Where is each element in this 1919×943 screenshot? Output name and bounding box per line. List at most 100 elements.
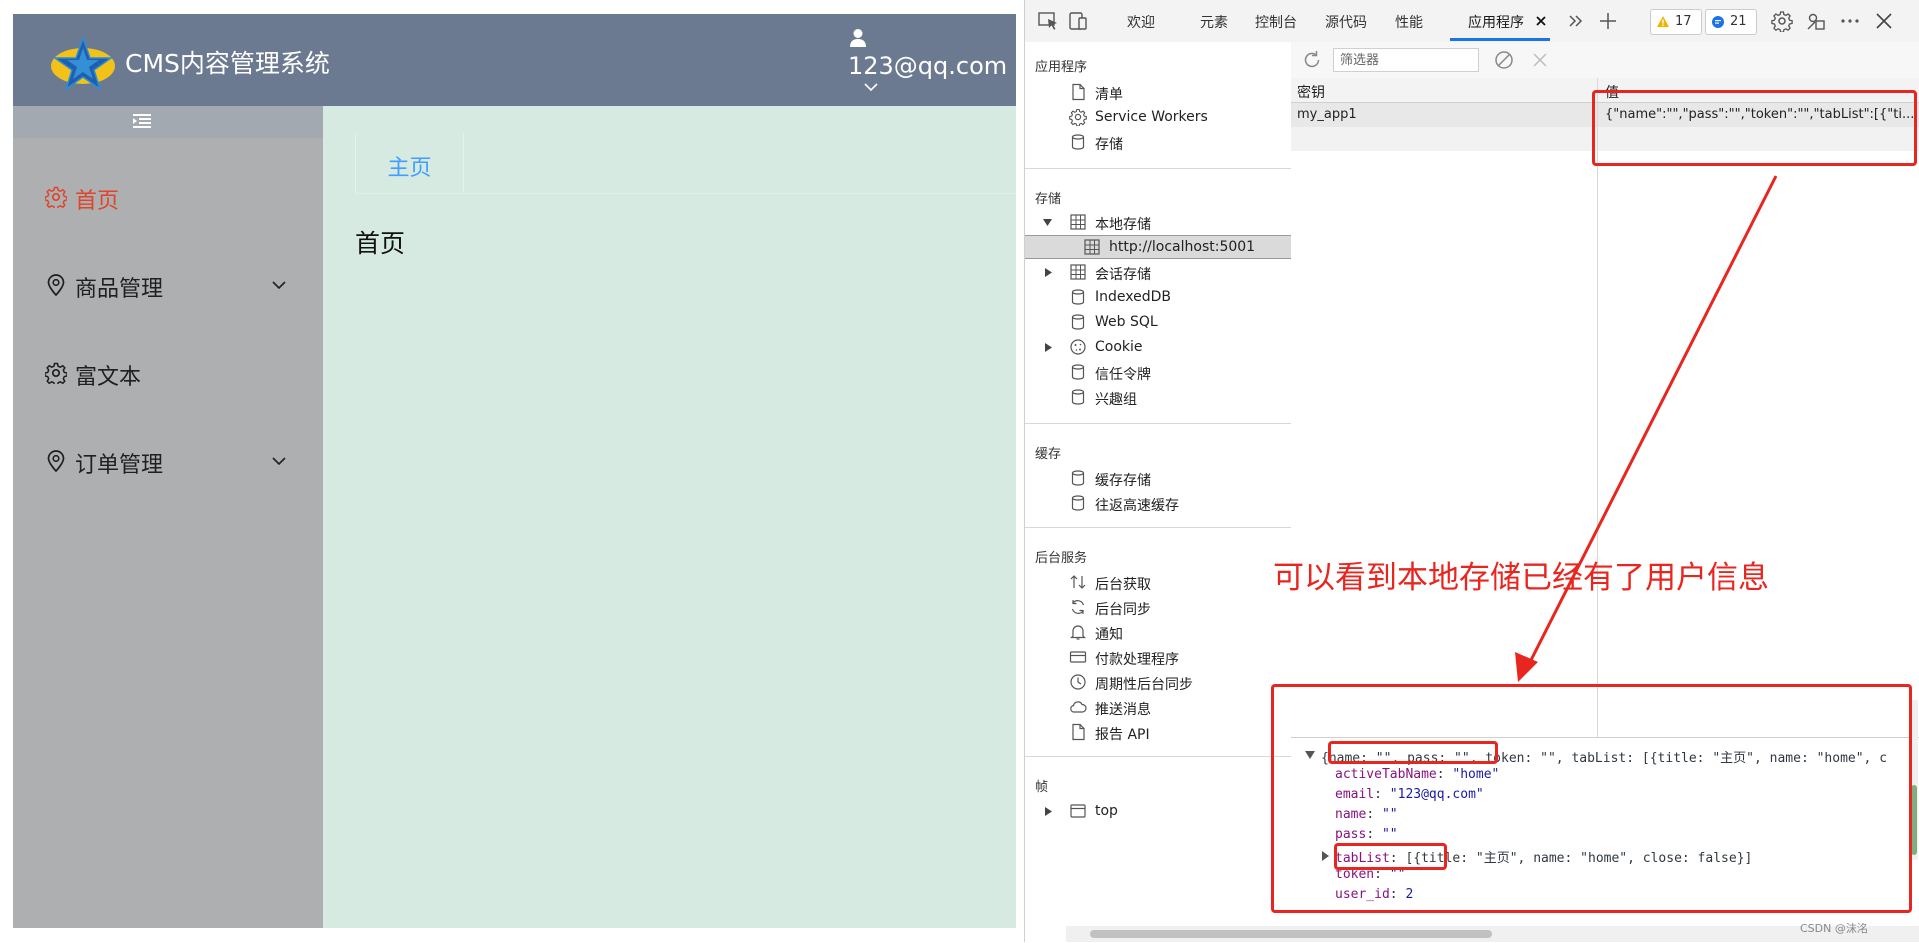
tree-label: top bbox=[1095, 803, 1118, 819]
application-sidebar: 应用程序 清单 Service Workers 存储 存储 本地存储 http:… bbox=[1025, 42, 1292, 942]
tree-label: 报告 API bbox=[1095, 727, 1150, 743]
tree-item-manifest[interactable]: 清单 bbox=[1025, 80, 1291, 104]
tree-item-cache-storage[interactable]: 缓存存储 bbox=[1025, 466, 1291, 490]
tree-item-cookie[interactable]: Cookie bbox=[1025, 335, 1291, 359]
cms-app: CMS内容管理系统 123@qq.com 首页 商品管理 富文本 订单管理 主页… bbox=[13, 14, 1016, 928]
close-icon[interactable] bbox=[1873, 10, 1895, 32]
caret-right-icon[interactable] bbox=[1044, 343, 1053, 352]
tree-label: 后台同步 bbox=[1095, 602, 1151, 618]
sidebar-item-home[interactable]: 首页 bbox=[13, 166, 323, 226]
document-icon bbox=[1072, 83, 1085, 101]
tree-item-push-messages[interactable]: 推送消息 bbox=[1025, 695, 1291, 719]
close-tab-icon[interactable] bbox=[1533, 13, 1549, 29]
sidebar-item-products[interactable]: 商品管理 bbox=[13, 254, 323, 314]
tab-application[interactable]: 应用程序 bbox=[1468, 12, 1524, 32]
caret-right-icon[interactable] bbox=[1044, 807, 1053, 816]
tree-item-trust-tokens[interactable]: 信任令牌 bbox=[1025, 360, 1291, 384]
tree-item-periodic-sync[interactable]: 周期性后台同步 bbox=[1025, 670, 1291, 694]
tab-elements[interactable]: 元素 bbox=[1200, 12, 1228, 32]
tree-label: Service Workers bbox=[1095, 109, 1208, 125]
more-options-icon[interactable] bbox=[1839, 10, 1861, 32]
settings-gear-icon[interactable] bbox=[1771, 10, 1793, 32]
cloud-icon bbox=[1070, 701, 1087, 713]
sidebar-item-label: 订单管理 bbox=[75, 453, 164, 478]
refresh-icon[interactable] bbox=[1301, 49, 1323, 71]
tab-welcome[interactable]: 欢迎 bbox=[1127, 12, 1155, 32]
caret-right-icon[interactable] bbox=[1044, 268, 1053, 277]
chevron-down-icon[interactable] bbox=[272, 280, 286, 290]
user-icon[interactable] bbox=[849, 28, 867, 48]
up-down-arrows-icon bbox=[1070, 575, 1086, 589]
tree-label: Web SQL bbox=[1095, 314, 1158, 330]
tree-item-notifications[interactable]: 通知 bbox=[1025, 620, 1291, 644]
highlight-email bbox=[1328, 741, 1498, 764]
section-title-storage: 存储 bbox=[1035, 192, 1062, 207]
sidebar-collapse-toggle[interactable] bbox=[13, 106, 323, 138]
tree-item-background-sync[interactable]: 后台同步 bbox=[1025, 595, 1291, 619]
customize-icon[interactable] bbox=[1805, 10, 1827, 32]
delete-selected-icon[interactable] bbox=[1530, 50, 1550, 70]
sidebar: 首页 商品管理 富文本 订单管理 bbox=[13, 106, 323, 928]
caret-down-icon[interactable] bbox=[1043, 218, 1052, 227]
tree-label: 缓存存储 bbox=[1095, 473, 1151, 489]
tree-item-local-storage[interactable]: 本地存储 bbox=[1025, 210, 1291, 234]
database-icon bbox=[1071, 495, 1085, 511]
scrollbar-thumb[interactable] bbox=[1090, 930, 1492, 938]
tree-label: 后台获取 bbox=[1095, 577, 1151, 593]
section-title-application: 应用程序 bbox=[1035, 60, 1088, 75]
add-tab-icon[interactable] bbox=[1597, 10, 1619, 32]
tree-item-service-workers[interactable]: Service Workers bbox=[1025, 105, 1291, 129]
tree-item-web-sql[interactable]: Web SQL bbox=[1025, 310, 1291, 334]
column-header-key[interactable]: 密钥 bbox=[1297, 82, 1325, 102]
device-toolbar-icon[interactable] bbox=[1067, 10, 1089, 32]
cookie-icon bbox=[1070, 339, 1086, 355]
tree-item-local-origin[interactable]: http://localhost:5001 bbox=[1025, 235, 1291, 259]
tab-divider bbox=[355, 193, 1016, 194]
messages-badge[interactable]: 21 bbox=[1705, 9, 1757, 35]
sidebar-item-label: 富文本 bbox=[75, 365, 142, 390]
tree-item-reporting-api[interactable]: 报告 API bbox=[1025, 720, 1291, 744]
tree-label: 周期性后台同步 bbox=[1095, 677, 1193, 693]
tree-label: IndexedDB bbox=[1095, 289, 1171, 305]
clear-all-icon[interactable] bbox=[1493, 49, 1515, 71]
horizontal-scrollbar[interactable] bbox=[1066, 926, 1919, 942]
highlight-user-id bbox=[1334, 843, 1447, 870]
tab-console[interactable]: 控制台 bbox=[1255, 12, 1297, 32]
storage-toolbar bbox=[1291, 42, 1919, 79]
tree-item-interest-groups[interactable]: 兴趣组 bbox=[1025, 385, 1291, 409]
menu-fold-icon[interactable] bbox=[132, 112, 152, 130]
filter-input[interactable] bbox=[1333, 48, 1479, 72]
tab-label: 主页 bbox=[387, 156, 432, 181]
tree-item-storage[interactable]: 存储 bbox=[1025, 130, 1291, 154]
tree-label: 信任令牌 bbox=[1095, 367, 1151, 383]
sidebar-item-rich-text[interactable]: 富文本 bbox=[13, 342, 323, 402]
tree-item-indexeddb[interactable]: IndexedDB bbox=[1025, 285, 1291, 309]
clock-icon bbox=[1070, 674, 1086, 690]
tree-item-top-frame[interactable]: top bbox=[1025, 799, 1291, 823]
chevron-down-icon[interactable] bbox=[864, 82, 878, 92]
location-pin-icon bbox=[47, 274, 65, 296]
tree-item-session-storage[interactable]: 会话存储 bbox=[1025, 260, 1291, 284]
gear-icon bbox=[1069, 108, 1087, 126]
tab-performance[interactable]: 性能 bbox=[1395, 12, 1423, 32]
section-divider bbox=[1025, 423, 1291, 424]
user-email[interactable]: 123@qq.com bbox=[848, 52, 1007, 80]
warnings-badge[interactable]: 17 bbox=[1650, 9, 1702, 35]
tree-label: 本地存储 bbox=[1095, 217, 1151, 233]
tab-sources[interactable]: 源代码 bbox=[1325, 12, 1367, 32]
section-title-frames: 帧 bbox=[1035, 780, 1049, 795]
tree-item-payment-handler[interactable]: 付款处理程序 bbox=[1025, 645, 1291, 669]
inspect-element-icon[interactable] bbox=[1037, 10, 1059, 32]
tab-home[interactable]: 主页 bbox=[355, 133, 464, 194]
sidebar-item-orders[interactable]: 订单管理 bbox=[13, 430, 323, 490]
app-header: CMS内容管理系统 123@qq.com bbox=[13, 14, 1016, 106]
page-title: 首页 bbox=[355, 229, 406, 258]
tree-label: Cookie bbox=[1095, 339, 1143, 355]
message-icon bbox=[1712, 16, 1724, 28]
more-tabs-icon[interactable] bbox=[1565, 10, 1587, 32]
warning-icon bbox=[1657, 16, 1669, 27]
tree-item-bfcache[interactable]: 往返高速缓存 bbox=[1025, 491, 1291, 515]
chevron-down-icon[interactable] bbox=[272, 456, 286, 466]
tree-item-background-fetch[interactable]: 后台获取 bbox=[1025, 570, 1291, 594]
bell-icon bbox=[1070, 625, 1086, 640]
